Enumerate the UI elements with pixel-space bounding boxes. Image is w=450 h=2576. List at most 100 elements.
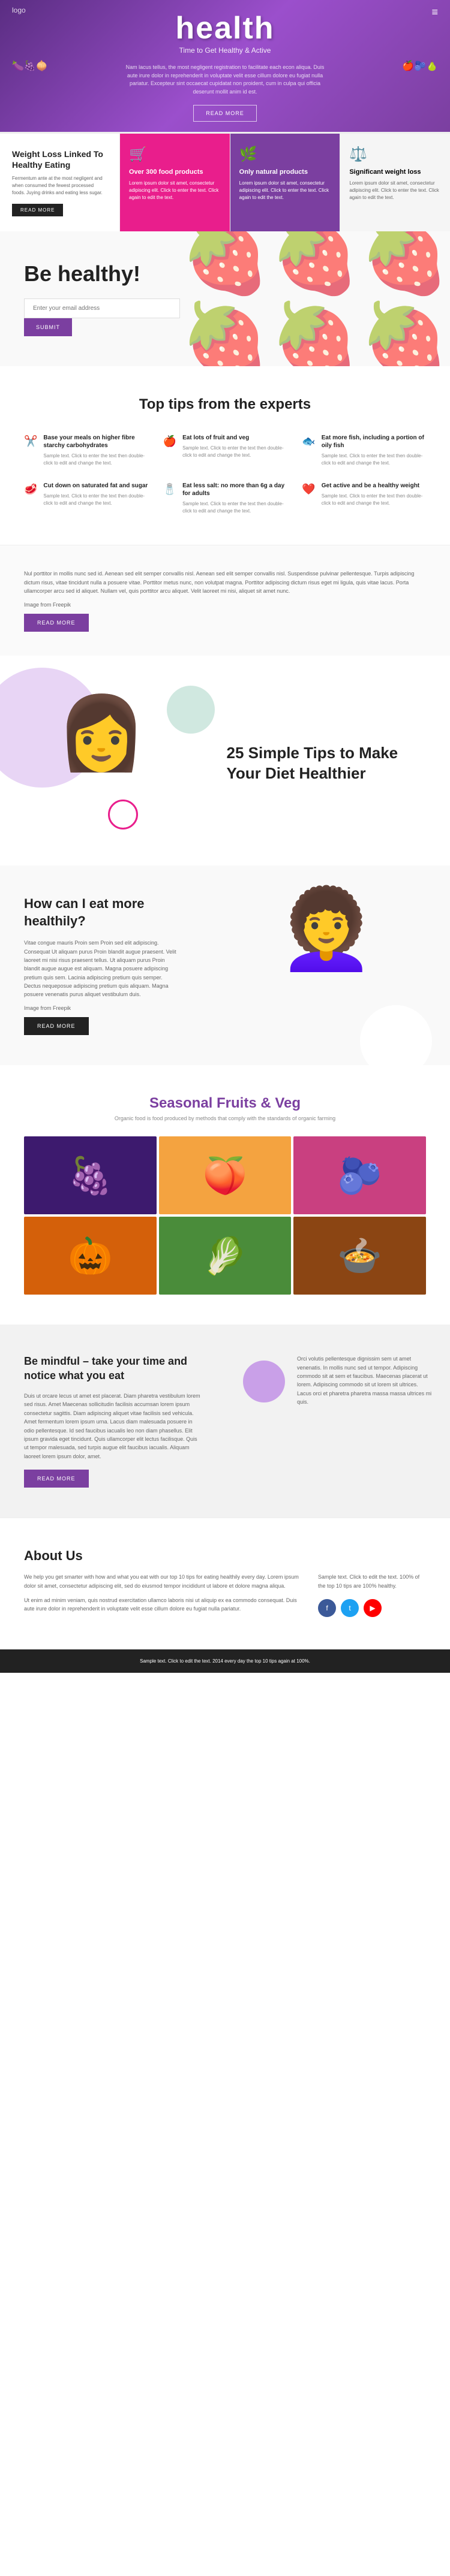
weight-loss-icon: ⚖️ xyxy=(349,146,441,163)
feature-read-more-button[interactable]: READ MORE xyxy=(12,204,63,216)
tips25-title: 25 Simple Tips to Make Your Diet Healthi… xyxy=(227,743,427,784)
feature-card-weight-loss: ⚖️ Significant weight loss Lorem ipsum d… xyxy=(340,134,450,231)
tip-title-fish: Eat more fish, including a portion of oi… xyxy=(322,434,426,450)
submit-button[interactable]: SUBMIT xyxy=(24,318,72,336)
hero-description: Nam lacus tellus, the most negligent reg… xyxy=(120,64,330,96)
features-section: Weight Loss Linked To Healthy Eating Fer… xyxy=(0,132,450,231)
natural-products-description: Lorem ipsum dolor sit amet, consectetur … xyxy=(239,180,331,201)
article-image-credit: Image from Freepik xyxy=(24,601,426,609)
eat-healthy-read-more-button[interactable]: READ MORE xyxy=(24,1017,89,1035)
food-products-title: Over 300 food products xyxy=(129,168,221,176)
fruit-grid: 🍇 🍑 🫐 🎃 🥬 🍲 xyxy=(24,1136,426,1295)
about-paragraph-2: Ut enim ad minim veniam, quis nostrud ex… xyxy=(24,1596,300,1613)
eat-healthy-paragraph: Vitae congue mauris Proin sem Proin sed … xyxy=(24,939,179,999)
about-right-text: Sample text. Click to edit the text. 100… xyxy=(318,1573,426,1590)
tip-desc-salt: Sample text. Click to enter the text the… xyxy=(182,500,287,515)
facebook-icon[interactable]: f xyxy=(318,1599,336,1617)
food-products-description: Lorem ipsum dolor sit amet, consectetur … xyxy=(129,180,221,201)
person-image: 👩 xyxy=(24,692,179,776)
list-item: 🎃 xyxy=(24,1217,157,1295)
mindful-right-text: Orci volutis pellentesque dignissim sem … xyxy=(297,1355,432,1406)
seasonal-title: Seasonal Fruits & Veg xyxy=(24,1095,426,1112)
eat-healthy-title: How can I eat more healthily? xyxy=(24,895,179,930)
tip-desc-carbs: Sample text. Click to enter the text the… xyxy=(43,453,148,467)
tip-content-fat: Cut down on saturated fat and sugar Samp… xyxy=(43,482,148,515)
tip-icon-salt: 🧂 xyxy=(163,483,176,515)
list-item: 🐟 Eat more fish, including a portion of … xyxy=(302,434,426,467)
decorative-circle-white xyxy=(360,1005,432,1065)
feature-main-title: Weight Loss Linked To Healthy Eating xyxy=(12,149,107,170)
mindful-right-paragraph: Orci volutis pellentesque dignissim sem … xyxy=(297,1355,432,1406)
feature-main-description: Fermentum ante at the most negligent and… xyxy=(12,175,107,197)
tip-title-carbs: Base your meals on higher fibre starchy … xyxy=(43,434,148,450)
list-item: ❤️ Get active and be a healthy weight Sa… xyxy=(302,482,426,515)
tips25-section: 👩 25 Simple Tips to Make Your Diet Healt… xyxy=(0,656,450,865)
about-right: Sample text. Click to edit the text. 100… xyxy=(318,1573,426,1619)
food-products-icon: 🛒 xyxy=(129,146,221,163)
list-item: 🧂 Eat less salt: no more than 6g a day f… xyxy=(163,482,287,515)
tip-icon-fat: 🥩 xyxy=(24,483,37,515)
article-paragraph: Nul porttitor in mollis nunc sed id. Aen… xyxy=(24,569,426,595)
tips25-right: 25 Simple Tips to Make Your Diet Healthi… xyxy=(203,656,450,865)
email-input[interactable] xyxy=(24,298,180,318)
natural-products-icon: 🌿 xyxy=(239,146,331,163)
hero-content: health Time to Get Healthy & Active Nam … xyxy=(120,10,330,122)
hero-read-more-button[interactable]: READ MORE xyxy=(193,105,257,122)
mindful-left: Be mindful – take your time and notice w… xyxy=(0,1325,225,1518)
feature-card-natural-products: 🌿 Only natural products Lorem ipsum dolo… xyxy=(230,134,341,231)
tip-title-active: Get active and be a healthy weight xyxy=(322,482,426,490)
feature-main: Weight Loss Linked To Healthy Eating Fer… xyxy=(0,134,120,231)
eat-healthy-right: 👩‍🦱 xyxy=(203,865,450,1065)
mindful-paragraph: Duis ut orcare lecus ut amet est placera… xyxy=(24,1392,201,1461)
list-item: 🍑 xyxy=(159,1136,292,1214)
tip-content-fruit: Eat lots of fruit and veg Sample text. C… xyxy=(182,434,287,467)
tip-icon-active: ❤️ xyxy=(302,483,315,515)
weight-loss-description: Lorem ipsum dolor sit amet, consectetur … xyxy=(349,180,441,201)
tip-title-salt: Eat less salt: no more than 6g a day for… xyxy=(182,482,287,497)
fruit-left-icon: 🍆🍇🧅 xyxy=(12,60,48,72)
social-icons: f t ▶ xyxy=(318,1599,426,1617)
menu-icon[interactable]: ≡ xyxy=(431,6,438,19)
list-item: 🍇 xyxy=(24,1136,157,1214)
be-healthy-title: Be healthy! xyxy=(24,261,224,286)
about-left: We help you get smarter with how and wha… xyxy=(24,1573,300,1619)
natural-products-title: Only natural products xyxy=(239,168,331,176)
fruit-right-icon: 🍎🫐🍐 xyxy=(402,60,438,72)
hero-subtitle: Time to Get Healthy & Active xyxy=(120,46,330,55)
twitter-icon[interactable]: t xyxy=(341,1599,359,1617)
footer-text: Sample text. Click to edit the text. 201… xyxy=(140,1658,310,1664)
tip-icon-fruit: 🍎 xyxy=(163,435,176,467)
tip-icon-fish: 🐟 xyxy=(302,435,315,467)
list-item: 🫐 xyxy=(293,1136,426,1214)
tip-desc-active: Sample text. Click to enter the text the… xyxy=(322,493,426,507)
tip-content-fish: Eat more fish, including a portion of oi… xyxy=(322,434,426,467)
be-healthy-section: 🍓🍓🍓🍓🍓🍓 Be healthy! SUBMIT xyxy=(0,231,450,366)
article-section: Nul porttitor in mollis nunc sed id. Aen… xyxy=(0,545,450,656)
decorative-circle-pink xyxy=(108,800,138,829)
tip-content-active: Get active and be a healthy weight Sampl… xyxy=(322,482,426,515)
tip-content-salt: Eat less salt: no more than 6g a day for… xyxy=(182,482,287,515)
logo: logo xyxy=(12,6,26,19)
tip-desc-fruit: Sample text. Click to enter the text the… xyxy=(182,445,287,459)
article-read-more-button[interactable]: READ MORE xyxy=(24,614,89,632)
mindful-right: Orci volutis pellentesque dignissim sem … xyxy=(225,1325,450,1518)
mindful-read-more-button[interactable]: READ MORE xyxy=(24,1470,89,1488)
weight-loss-title: Significant weight loss xyxy=(349,168,441,176)
be-healthy-content: Be healthy! SUBMIT xyxy=(0,231,248,366)
tip-content-carbs: Base your meals on higher fibre starchy … xyxy=(43,434,148,467)
person2-image: 👩‍🦱 xyxy=(203,865,450,975)
list-item: 🍎 Eat lots of fruit and veg Sample text.… xyxy=(163,434,287,467)
tip-desc-fat: Sample text. Click to enter the text the… xyxy=(43,493,148,507)
tip-icon-carbs: ✂️ xyxy=(24,435,37,467)
eat-image-credit: Image from Freepik xyxy=(24,1004,179,1012)
tip-desc-fish: Sample text. Click to enter the text the… xyxy=(322,453,426,467)
about-content: We help you get smarter with how and wha… xyxy=(24,1573,426,1619)
list-item: 🍲 xyxy=(293,1217,426,1295)
list-item: 🥬 xyxy=(159,1217,292,1295)
list-item: 🥩 Cut down on saturated fat and sugar Sa… xyxy=(24,482,148,515)
mindful-section: Be mindful – take your time and notice w… xyxy=(0,1325,450,1518)
youtube-icon[interactable]: ▶ xyxy=(364,1599,382,1617)
about-paragraph-1: We help you get smarter with how and wha… xyxy=(24,1573,300,1590)
about-section: About Us We help you get smarter with ho… xyxy=(0,1518,450,1649)
tip-title-fruit: Eat lots of fruit and veg xyxy=(182,434,287,442)
